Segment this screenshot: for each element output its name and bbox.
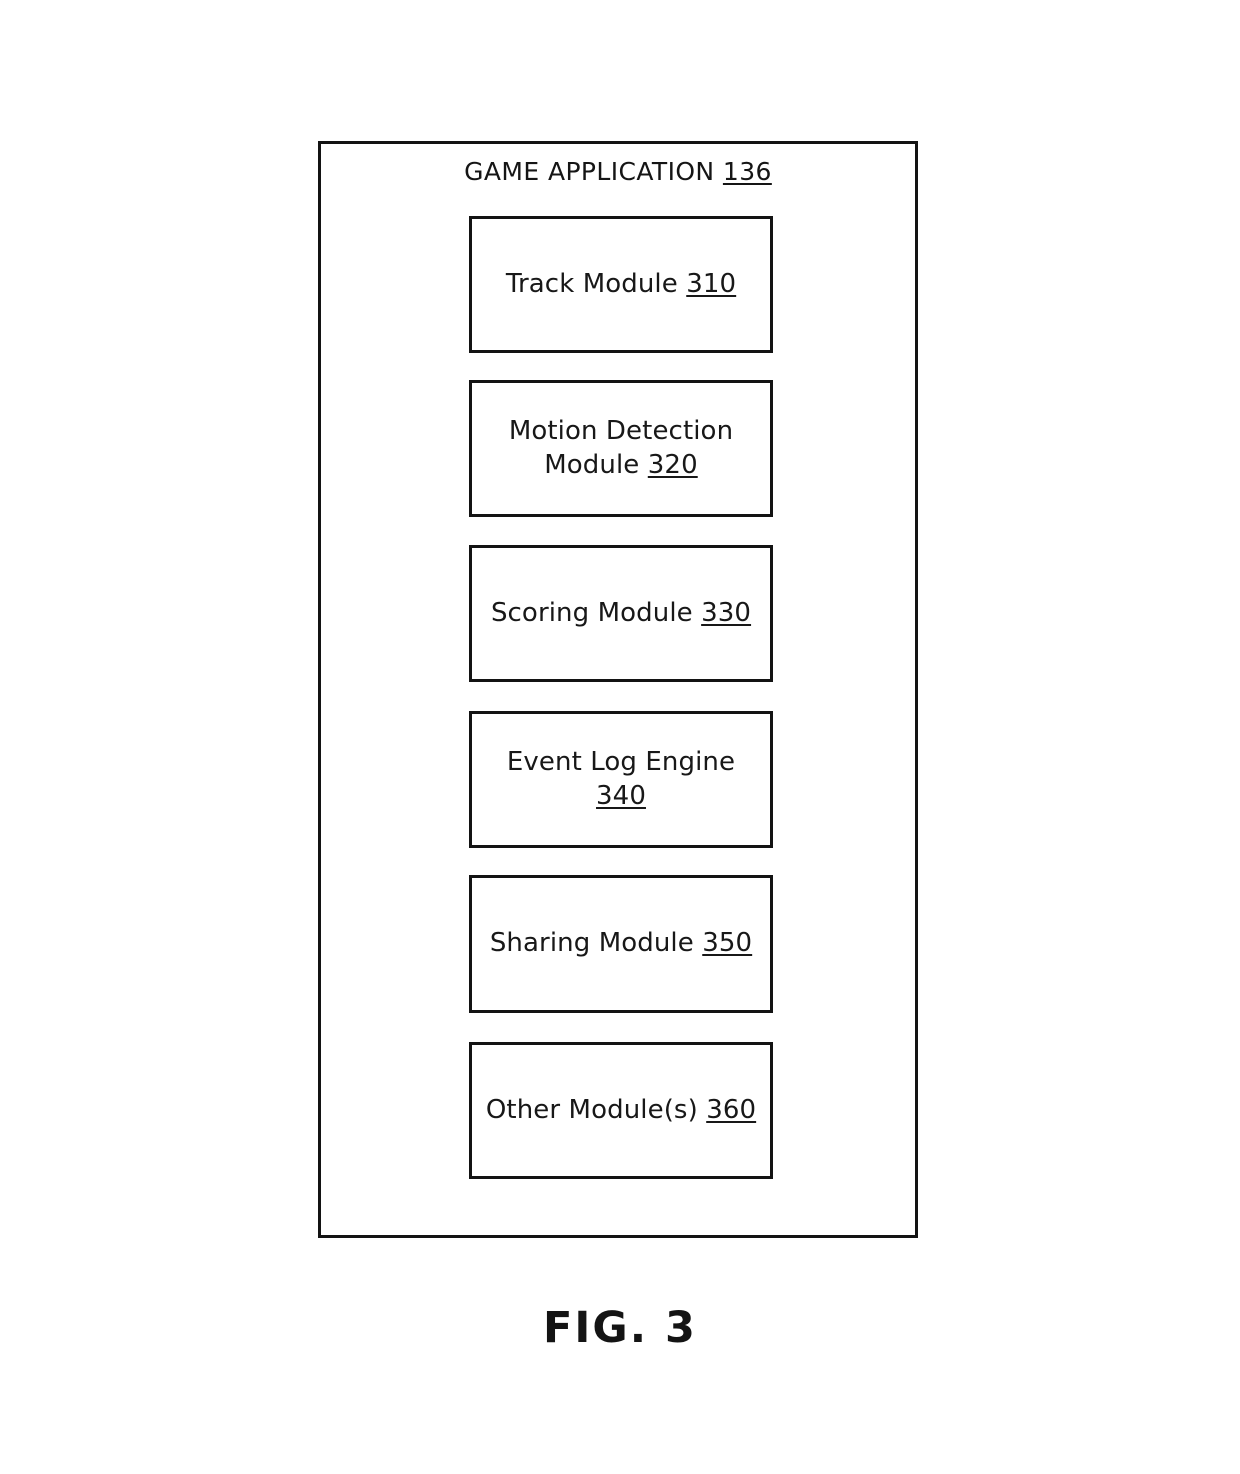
- module-label-other-modules: Other Module(s) 360: [478, 1094, 764, 1128]
- module-reference-320: 320: [647, 449, 698, 480]
- module-label-track-module: Track Module 310: [498, 268, 744, 302]
- module-name-motion-detection-line2: Module: [544, 449, 640, 480]
- module-reference-330: 330: [701, 597, 752, 628]
- game-application-title-text: GAME APPLICATION: [464, 157, 715, 186]
- module-reference-360: 360: [706, 1094, 757, 1125]
- module-box-track-module: Track Module 310: [469, 216, 773, 353]
- module-name-other-modules: Other Module(s): [485, 1094, 698, 1125]
- module-box-motion-detection-module: Motion Detection Module 320: [469, 380, 773, 517]
- game-application-container: GAME APPLICATION 136 Track Module 310 Mo…: [318, 141, 918, 1238]
- module-box-event-log-engine: Event Log Engine 340: [469, 711, 773, 848]
- figure-caption: FIG. 3: [543, 1303, 697, 1353]
- module-label-sharing-module: Sharing Module 350: [482, 927, 760, 961]
- module-name-track-module: Track Module: [505, 268, 678, 299]
- module-reference-340: 340: [596, 780, 646, 811]
- module-name-event-log-engine: Event Log Engine: [506, 746, 736, 777]
- module-name-motion-detection-line1: Motion Detection: [508, 415, 734, 446]
- module-reference-350: 350: [702, 928, 753, 959]
- module-label-scoring-module: Scoring Module 330: [483, 597, 759, 631]
- module-box-scoring-module: Scoring Module 330: [469, 545, 773, 682]
- module-label-event-log-engine: Event Log Engine 340: [472, 746, 770, 814]
- module-label-motion-detection-module: Motion Detection Module 320: [501, 415, 741, 483]
- game-application-reference-number: 136: [722, 157, 772, 186]
- game-application-title: GAME APPLICATION 136: [321, 158, 915, 186]
- module-box-sharing-module: Sharing Module 350: [469, 875, 773, 1013]
- module-name-scoring-module: Scoring Module: [490, 597, 693, 628]
- module-box-other-modules: Other Module(s) 360: [469, 1042, 773, 1179]
- module-reference-310: 310: [686, 268, 737, 299]
- module-name-sharing-module: Sharing Module: [489, 928, 694, 959]
